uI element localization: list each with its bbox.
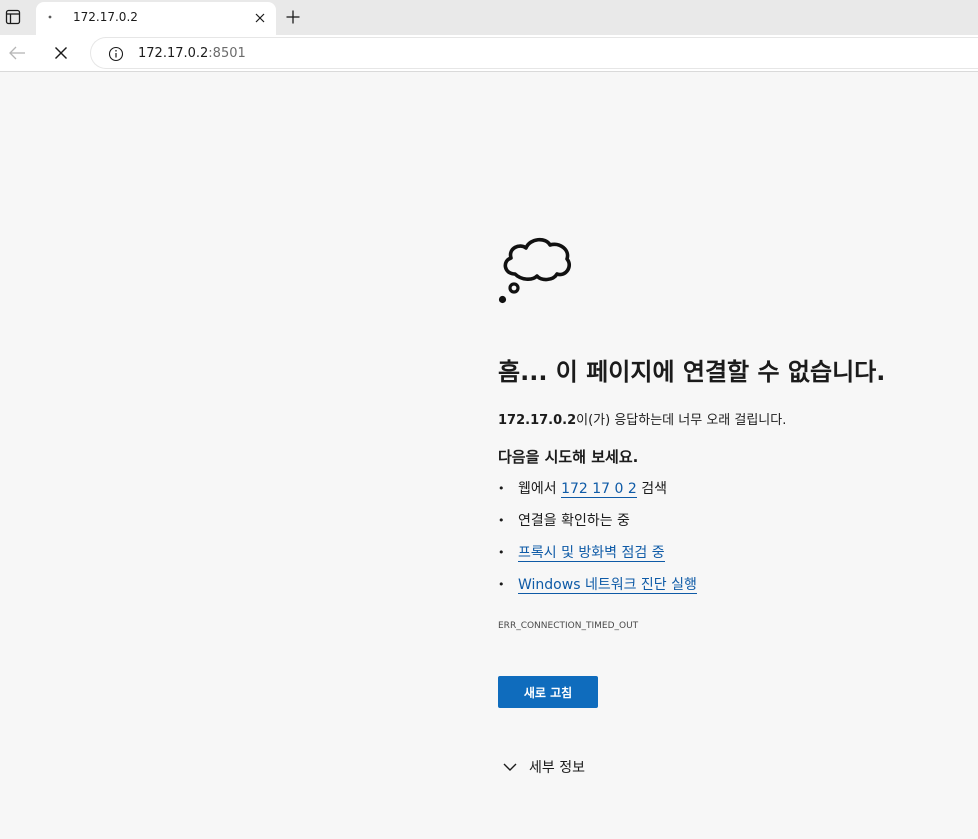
- list-item-check-connection: 연결을 확인하는 중: [498, 512, 697, 544]
- tab-strip: 172.17.0.2: [0, 0, 978, 35]
- address-host: 172.17.0.2: [138, 46, 209, 61]
- close-icon: [255, 13, 265, 23]
- tab-close-button[interactable]: [252, 10, 268, 26]
- error-description: 172.17.0.2이(가) 응답하는데 너무 오래 걸립니다.: [498, 409, 786, 428]
- error-headline: 흠... 이 페이지에 연결할 수 없습니다.: [498, 358, 886, 386]
- back-button[interactable]: [7, 44, 27, 62]
- favicon-dot-icon: [47, 14, 53, 20]
- tab-actions-button[interactable]: [4, 8, 22, 26]
- check-proxy-firewall-link[interactable]: 프록시 및 방화벽 점검 중: [518, 545, 665, 562]
- check-connection-text: 연결을 확인하는 중: [518, 513, 630, 529]
- details-label: 세부 정보: [529, 760, 585, 776]
- info-icon[interactable]: [108, 46, 124, 62]
- thought-cloud-icon: [498, 237, 572, 304]
- new-tab-button[interactable]: [284, 8, 302, 26]
- address-port: :8501: [208, 46, 246, 61]
- refresh-button[interactable]: 새로 고침: [498, 676, 598, 708]
- list-item-run-diagnostics: Windows 네트워크 진단 실행: [498, 576, 697, 608]
- stop-loading-button[interactable]: [52, 44, 70, 62]
- search-prefix: 웹에서: [518, 481, 562, 497]
- error-code: ERR_CONNECTION_TIMED_OUT: [498, 621, 639, 631]
- search-suffix: 검색: [636, 481, 668, 497]
- list-item-search: 웹에서 172 17 0 2 검색: [498, 480, 697, 512]
- tab-title: 172.17.0.2: [73, 10, 138, 24]
- plus-icon: [286, 10, 300, 24]
- list-item-check-proxy: 프록시 및 방화벽 점검 중: [498, 544, 697, 576]
- search-web-link[interactable]: 172 17 0 2: [561, 481, 637, 498]
- details-toggle[interactable]: 세부 정보: [498, 757, 585, 777]
- chevron-down-icon: [503, 763, 517, 771]
- browser-tab[interactable]: 172.17.0.2: [36, 2, 276, 35]
- address-url[interactable]: 172.17.0.2:8501: [138, 46, 246, 61]
- network-diagnostics-link[interactable]: Windows 네트워크 진단 실행: [518, 577, 697, 594]
- error-message: 이(가) 응답하는데 너무 오래 걸립니다.: [576, 413, 787, 428]
- browser-toolbar: 172.17.0.2:8501: [0, 35, 978, 72]
- error-host: 172.17.0.2: [498, 413, 577, 428]
- arrow-left-icon: [9, 46, 25, 60]
- tab-actions-icon: [5, 9, 21, 25]
- stop-x-icon: [55, 47, 67, 59]
- suggestions-title: 다음을 시도해 보세요.: [498, 448, 639, 466]
- address-bar[interactable]: 172.17.0.2:8501: [90, 37, 978, 69]
- suggestions-list: 웹에서 172 17 0 2 검색 연결을 확인하는 중 프록시 및 방화벽 점…: [498, 480, 697, 608]
